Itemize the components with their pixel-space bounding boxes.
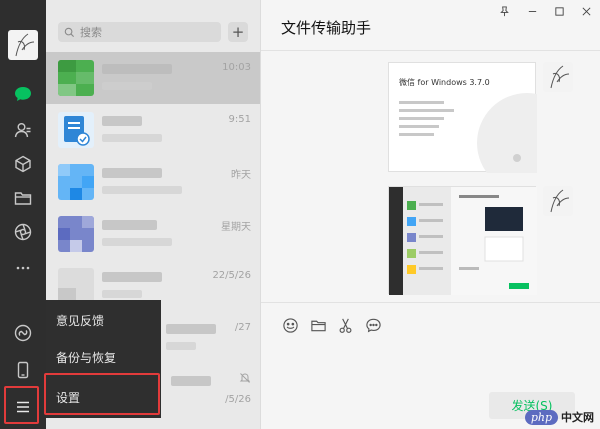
more-icon[interactable] [11, 256, 35, 280]
avatar [58, 268, 94, 304]
divider [261, 50, 600, 51]
avatar [58, 164, 94, 200]
chat-preview-blurred [102, 290, 142, 298]
chat-preview-blurred [102, 238, 172, 246]
miniprogram-icon[interactable] [11, 321, 35, 345]
screenshot-icon[interactable] [336, 316, 354, 334]
folder-icon[interactable] [309, 316, 327, 334]
search-input[interactable]: 搜索 [58, 22, 221, 42]
list-item[interactable]: 星期天 [46, 208, 260, 260]
avatar[interactable] [8, 30, 38, 60]
chat-time: 22/5/26 [212, 270, 251, 281]
menu-highlight-box [4, 386, 39, 424]
favorites-icon[interactable] [11, 152, 35, 176]
chat-icon[interactable] [11, 82, 35, 106]
phone-icon[interactable] [11, 358, 35, 382]
emoji-icon[interactable] [281, 316, 299, 334]
chat-name-blurred [102, 116, 142, 126]
chat-name-blurred [102, 64, 172, 74]
sidebar [0, 0, 46, 429]
list-item[interactable]: 9:51 [46, 104, 260, 156]
pin-icon[interactable] [497, 4, 511, 18]
divider [261, 302, 600, 303]
chat-preview-blurred [102, 186, 182, 194]
settings-highlight-box [44, 373, 160, 415]
chat-name-blurred [102, 168, 162, 178]
chat-preview-blurred [166, 342, 196, 350]
minimize-icon[interactable] [525, 4, 539, 18]
watermark-logo: php [524, 409, 558, 425]
chat-time: 星期天 [221, 222, 251, 233]
avatar[interactable] [543, 62, 573, 92]
chat-preview-blurred [102, 134, 162, 142]
avatar [58, 112, 94, 148]
chat-time: 9:51 [228, 114, 251, 125]
page-title: 文件传输助手 [281, 19, 372, 37]
chat-name-blurred [102, 272, 162, 282]
chat-time: 10:03 [222, 62, 251, 73]
menu-item-feedback[interactable]: 意见反馈 [56, 312, 104, 329]
moments-icon[interactable] [11, 220, 35, 244]
contacts-icon[interactable] [11, 118, 35, 142]
search-placeholder: 搜索 [80, 26, 102, 39]
menu-item-backup[interactable]: 备份与恢复 [56, 349, 116, 366]
close-icon[interactable] [579, 4, 593, 18]
list-item[interactable]: 昨天 [46, 156, 260, 208]
add-button[interactable]: + [228, 22, 248, 42]
chat-time: /27 [234, 322, 251, 333]
message-image[interactable] [388, 186, 537, 295]
list-item[interactable]: 10:03 [46, 52, 260, 104]
chat-preview-blurred [102, 82, 152, 90]
watermark: php 中文网 [524, 409, 594, 425]
search-icon [64, 27, 75, 37]
chat-name-blurred [166, 324, 216, 334]
avatar [58, 216, 94, 252]
files-icon[interactable] [11, 186, 35, 210]
avatar[interactable] [543, 186, 573, 216]
avatar [58, 60, 94, 96]
maximize-icon[interactable] [552, 4, 566, 18]
chat-history-icon[interactable] [364, 316, 382, 334]
chat-name-blurred [102, 220, 157, 230]
watermark-text: 中文网 [561, 411, 594, 424]
chat-time: 昨天 [231, 170, 251, 181]
message-image[interactable]: 微信 for Windows 3.7.0 [388, 62, 537, 173]
chat-time: /5/26 [225, 394, 251, 405]
chat-pane: 文件传输助手 微信 for Windows 3.7.0 发送(S) php 中文… [261, 0, 600, 429]
